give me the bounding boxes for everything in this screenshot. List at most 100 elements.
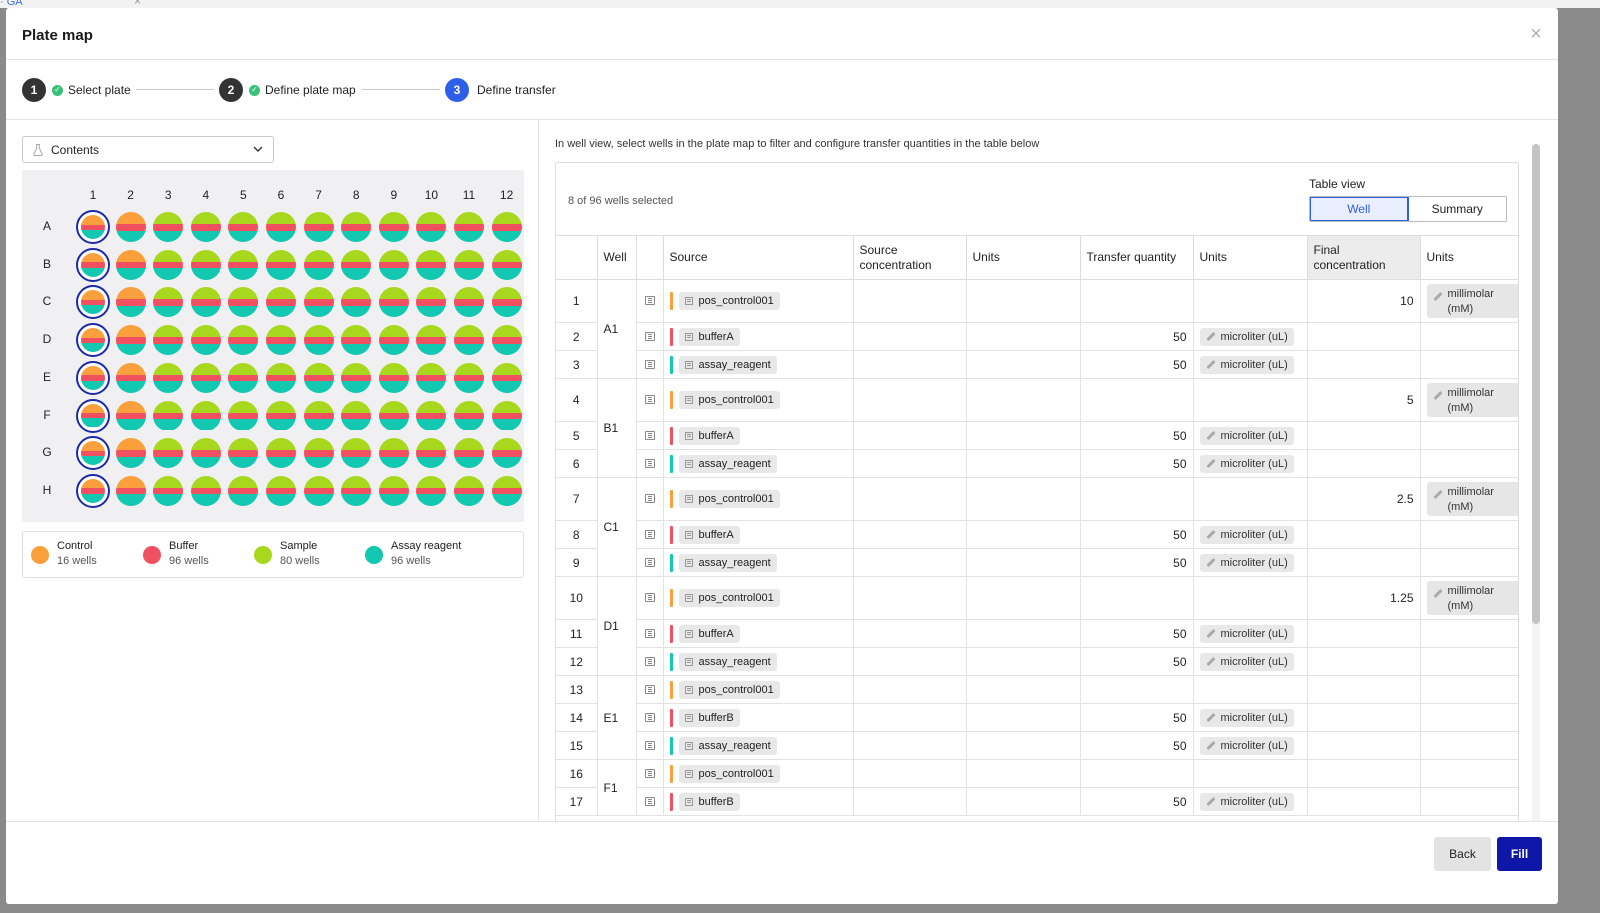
plate-well[interactable] — [454, 249, 484, 280]
table-row[interactable]: 9 assay_reagent 50 microliter (uL) — [556, 548, 1518, 577]
plate-well[interactable] — [115, 438, 146, 469]
plate-well[interactable] — [81, 478, 105, 503]
source-concentration-cell[interactable] — [853, 520, 967, 549]
source-cell[interactable]: pos_control001 — [663, 576, 854, 620]
plate-column-label[interactable]: 5 — [233, 188, 253, 202]
header-transfer-units[interactable]: Units — [1193, 235, 1308, 280]
row-detail-cell[interactable] — [636, 421, 664, 450]
plate-well[interactable] — [454, 325, 484, 356]
final-units-cell[interactable]: millimolar (mM) — [1420, 477, 1518, 521]
plate-well[interactable] — [228, 362, 259, 393]
row-detail-cell[interactable] — [636, 675, 664, 704]
table-row[interactable]: 6 assay_reagent 50 microliter (uL) — [556, 449, 1518, 478]
plate-well[interactable] — [228, 325, 259, 356]
plate-well[interactable] — [115, 475, 146, 506]
unit-chip[interactable]: millimolar (mM) — [1426, 383, 1518, 417]
plate-well[interactable] — [228, 475, 259, 506]
source-chip[interactable]: bufferB — [678, 792, 740, 811]
row-detail-cell[interactable] — [636, 520, 664, 549]
final-units-cell[interactable] — [1420, 548, 1518, 577]
plate-well[interactable] — [416, 400, 447, 431]
source-concentration-cell[interactable] — [853, 477, 967, 521]
header-well[interactable]: Well — [597, 235, 637, 280]
row-detail-cell[interactable] — [636, 619, 664, 648]
unit-chip[interactable]: microliter (uL) — [1199, 355, 1294, 374]
source-cell[interactable]: bufferA — [663, 421, 854, 450]
plate-well[interactable] — [341, 400, 372, 431]
final-units-cell[interactable] — [1420, 731, 1518, 760]
source-cell[interactable]: bufferB — [663, 703, 854, 732]
plate-well[interactable] — [81, 441, 105, 466]
source-chip[interactable]: pos_control001 — [678, 391, 780, 409]
background-link[interactable]: · GA — [0, 0, 23, 8]
plate-well[interactable] — [341, 475, 372, 506]
plate-well[interactable] — [416, 287, 447, 318]
source-chip[interactable]: pos_control001 — [678, 680, 780, 699]
row-detail-cell[interactable] — [636, 759, 664, 788]
source-concentration-cell[interactable] — [853, 378, 967, 422]
final-units-cell[interactable] — [1420, 520, 1518, 549]
plate-well[interactable] — [491, 287, 522, 318]
table-row[interactable]: 14 bufferB 50 microliter (uL) — [556, 703, 1518, 732]
source-chip[interactable]: bufferA — [678, 327, 740, 346]
plate-well[interactable] — [416, 438, 447, 469]
final-units-cell[interactable]: millimolar (mM) — [1420, 378, 1518, 422]
plate-column-label[interactable]: 11 — [459, 188, 479, 202]
source-concentration-cell[interactable] — [853, 279, 967, 323]
table-row[interactable]: 1 A1 pos_control001 10 millimolar (mM) — [556, 279, 1518, 379]
transfer-units-cell[interactable]: microliter (uL) — [1193, 731, 1308, 760]
plate-well[interactable] — [266, 249, 296, 280]
table-view-summary-button[interactable]: Summary — [1408, 197, 1506, 221]
plate-well[interactable] — [303, 438, 334, 469]
plate-well[interactable] — [115, 249, 146, 280]
plate-well[interactable] — [115, 212, 146, 242]
plate-well[interactable] — [266, 212, 296, 242]
source-concentration-cell[interactable] — [853, 703, 967, 732]
table-row[interactable]: 5 bufferA 50 microliter (uL) — [556, 421, 1518, 450]
table-row[interactable]: 3 assay_reagent 50 microliter (uL) — [556, 350, 1518, 379]
plate-well[interactable] — [228, 287, 259, 318]
source-concentration-cell[interactable] — [853, 619, 967, 648]
transfer-units-cell[interactable]: microliter (uL) — [1193, 548, 1308, 577]
plate-well[interactable] — [341, 325, 372, 356]
source-units-cell[interactable] — [966, 619, 1081, 648]
plate-column-label[interactable]: 1 — [83, 188, 103, 202]
source-concentration-cell[interactable] — [853, 647, 967, 676]
plate-well[interactable] — [266, 438, 296, 469]
row-detail-cell[interactable] — [636, 647, 664, 676]
plate-well[interactable] — [115, 400, 146, 431]
step-define-transfer[interactable]: 3 Define transfer — [445, 78, 556, 102]
source-cell[interactable]: assay_reagent — [663, 647, 854, 676]
table-row[interactable]: 13 E1 pos_control001 — [556, 675, 1518, 760]
plate-well[interactable] — [115, 362, 146, 393]
plate-well[interactable] — [266, 287, 296, 318]
plate-well[interactable] — [378, 325, 409, 356]
table-row[interactable]: 4 B1 pos_control001 5 millimolar (mM) — [556, 378, 1518, 478]
source-units-cell[interactable] — [966, 548, 1081, 577]
transfer-quantity-cell[interactable]: 50 — [1080, 520, 1194, 549]
plate-well[interactable] — [303, 400, 334, 431]
plate-well[interactable] — [81, 290, 105, 315]
plate-row-label[interactable]: E — [40, 370, 54, 384]
plate-column-label[interactable]: 4 — [196, 188, 216, 202]
plate-well[interactable] — [266, 362, 296, 393]
source-chip[interactable]: pos_control001 — [678, 589, 780, 607]
plate-well[interactable] — [378, 212, 409, 242]
row-detail-cell[interactable] — [636, 731, 664, 760]
plate-well[interactable] — [491, 438, 522, 469]
unit-chip[interactable]: microliter (uL) — [1199, 652, 1294, 671]
unit-chip[interactable]: microliter (uL) — [1199, 708, 1294, 727]
plate-well[interactable] — [454, 475, 484, 506]
final-units-cell[interactable] — [1420, 675, 1518, 704]
source-concentration-cell[interactable] — [853, 421, 967, 450]
source-cell[interactable]: pos_control001 — [663, 477, 854, 521]
unit-chip[interactable]: millimolar (mM) — [1426, 284, 1518, 318]
row-detail-cell[interactable] — [636, 787, 664, 816]
transfer-units-cell[interactable]: microliter (uL) — [1193, 619, 1308, 648]
plate-well[interactable] — [190, 475, 221, 506]
plate-well[interactable] — [190, 362, 221, 393]
table-row[interactable]: 17 bufferB 50 microliter (uL) — [556, 787, 1518, 816]
plate-well[interactable] — [416, 362, 447, 393]
plate-well[interactable] — [153, 212, 184, 242]
source-cell[interactable]: assay_reagent — [663, 350, 854, 379]
